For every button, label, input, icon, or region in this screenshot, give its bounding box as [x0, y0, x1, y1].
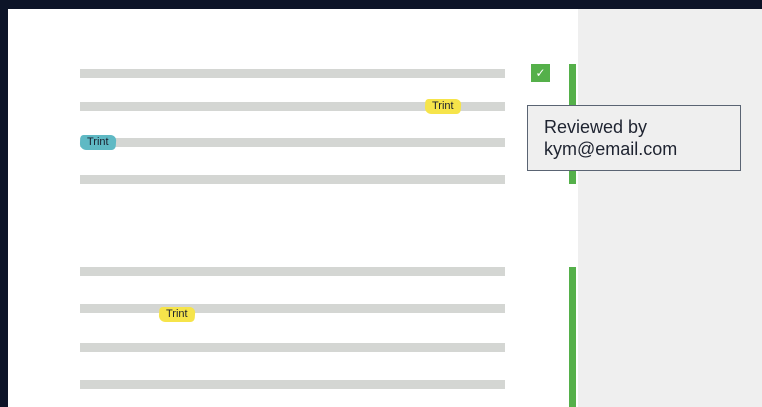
review-sidebar: [578, 9, 762, 407]
text-line: [80, 380, 505, 389]
checkmark-icon: ✓: [535, 66, 546, 80]
reviewed-by-label: Reviewed by: [544, 117, 648, 137]
review-checkbox[interactable]: ✓: [531, 64, 550, 82]
highlight-tag[interactable]: Trint: [424, 99, 462, 114]
highlight-label: Trint: [166, 308, 188, 320]
highlight-label: Trint: [87, 136, 109, 148]
reviewer-email: kym@email.com: [544, 139, 678, 159]
text-line: [80, 267, 505, 276]
text-line: [80, 138, 505, 147]
text-line: [80, 175, 505, 184]
text-line: [80, 343, 505, 352]
text-line: [80, 304, 505, 313]
reviewed-section-bar: [569, 267, 576, 407]
text-line: [80, 69, 505, 78]
highlight-tag[interactable]: Trint: [79, 135, 117, 150]
reviewed-by-tooltip: Reviewed by kym@email.com: [527, 105, 741, 171]
highlight-tag[interactable]: Trint: [158, 307, 196, 322]
highlight-label: Trint: [432, 100, 454, 112]
